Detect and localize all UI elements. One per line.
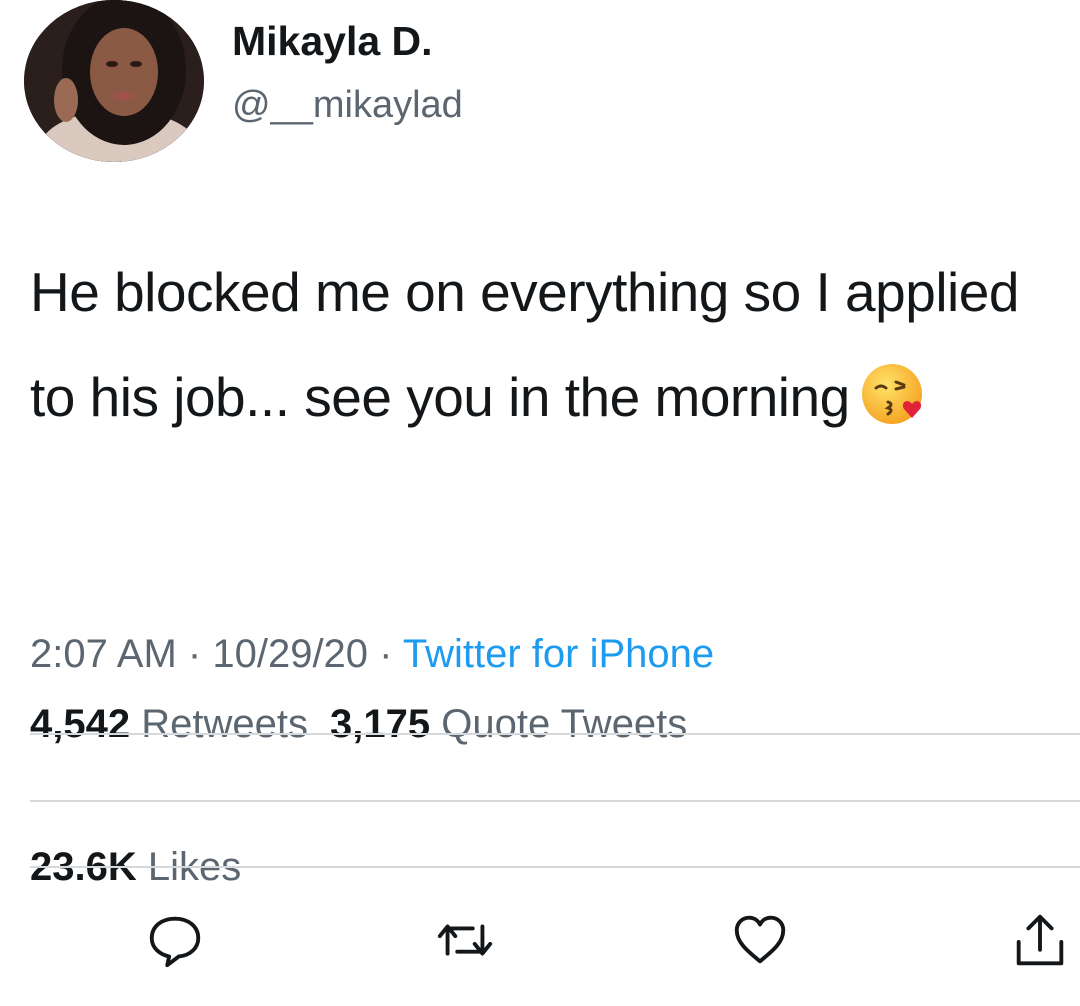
retweets-label: Retweets bbox=[141, 702, 308, 746]
avatar[interactable] bbox=[24, 0, 204, 162]
retweets-stat[interactable]: 4,542 Retweets bbox=[30, 702, 308, 746]
tweet-date[interactable]: 10/29/20 bbox=[212, 632, 368, 676]
retweets-count: 4,542 bbox=[30, 702, 131, 746]
retweet-button[interactable] bbox=[430, 905, 500, 975]
face-blowing-a-kiss-emoji-icon bbox=[858, 358, 930, 430]
share-button[interactable] bbox=[1005, 905, 1075, 975]
reply-button[interactable] bbox=[140, 905, 210, 975]
meta-separator: · bbox=[187, 632, 202, 676]
tweet-card: Mikayla D. @__mikaylad He blocked me on … bbox=[0, 0, 1080, 1006]
profile-photo-icon bbox=[24, 0, 204, 162]
reply-icon bbox=[149, 916, 201, 968]
retweet-icon bbox=[437, 924, 493, 956]
meta-separator: · bbox=[379, 632, 393, 676]
tweet-text: He blocked me on everything so I applied… bbox=[30, 240, 1050, 450]
display-name[interactable]: Mikayla D. bbox=[232, 18, 433, 65]
like-button[interactable] bbox=[725, 905, 795, 975]
user-handle[interactable]: @__mikaylad bbox=[232, 84, 463, 127]
tweet-time[interactable]: 2:07 AM bbox=[30, 632, 177, 676]
quote-tweets-label: Quote Tweets bbox=[441, 702, 688, 746]
tweet-source-link[interactable]: Twitter for iPhone bbox=[403, 632, 714, 676]
share-icon bbox=[1016, 914, 1064, 966]
engagement-stats: 4,542 Retweets 3,175 Quote Tweets bbox=[30, 702, 687, 747]
tweet-meta: 2:07 AM · 10/29/20 · Twitter for iPhone bbox=[30, 632, 714, 677]
divider bbox=[30, 866, 1080, 868]
quote-tweets-count: 3,175 bbox=[329, 702, 431, 746]
divider bbox=[30, 800, 1080, 802]
quote-tweets-stat[interactable]: 3,175 Quote Tweets bbox=[330, 702, 687, 746]
heart-icon bbox=[734, 915, 786, 964]
divider bbox=[30, 733, 1080, 735]
